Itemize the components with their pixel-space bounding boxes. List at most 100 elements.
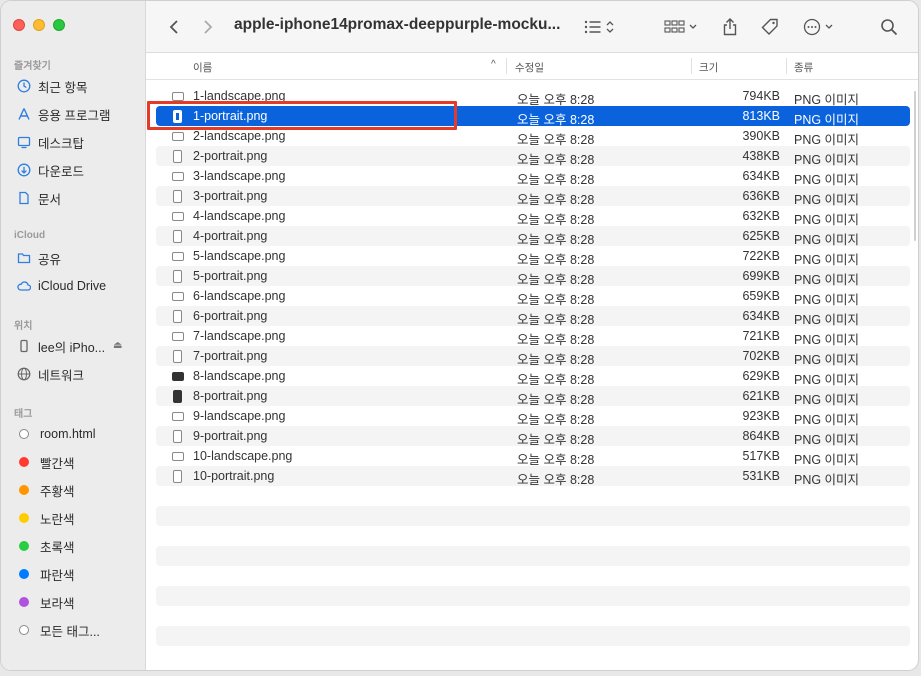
ellipsis-circle-icon	[803, 18, 833, 36]
png-portrait-file-icon	[172, 430, 182, 443]
png-landscape-file-icon	[172, 250, 184, 261]
file-row[interactable]: 3-portrait.png 오늘 오후 8:28 636KB PNG 이미지	[156, 186, 910, 207]
file-list: 1-landscape.png 오늘 오후 8:28 794KB PNG 이미지 1-p…	[156, 86, 910, 487]
png-landscape-file-icon	[172, 210, 184, 221]
tag-yellow-icon	[19, 513, 29, 523]
column-name-header[interactable]: 이름	[193, 60, 212, 75]
file-row[interactable]: 9-portrait.png 오늘 오후 8:28 864KB PNG 이미지	[156, 426, 910, 447]
file-row[interactable]: 2-portrait.png 오늘 오후 8:28 438KB PNG 이미지	[156, 146, 910, 167]
sidebar-tag-red[interactable]: 빨간색	[17, 452, 75, 472]
group-button[interactable]	[662, 15, 702, 39]
sidebar-item-iphone[interactable]: lee의 iPho...	[17, 336, 105, 356]
share-button[interactable]	[720, 15, 740, 39]
file-row[interactable]: 10-landscape.png 오늘 오후 8:28 517KB PNG 이미지	[156, 446, 910, 467]
png-landscape-file-icon	[172, 170, 184, 181]
file-row[interactable]: 4-portrait.png 오늘 오후 8:28 625KB PNG 이미지	[156, 226, 910, 247]
sidebar-item-label: 응용 프로그램	[38, 108, 111, 123]
sidebar-tag-room-html[interactable]: room.html	[17, 424, 96, 444]
cloud-icon	[17, 279, 31, 293]
file-name: 7-portrait.png	[193, 349, 268, 363]
window-title: apple-iphone14promax-deeppurple-mocku...	[234, 16, 561, 33]
download-icon	[17, 163, 31, 177]
forward-button[interactable]	[198, 15, 218, 39]
close-window-button[interactable]	[13, 19, 25, 31]
png-portrait-file-icon	[172, 270, 182, 283]
eject-icon[interactable]: ⏏	[113, 340, 122, 351]
tag-green-icon	[19, 541, 29, 551]
sidebar-item-desktop[interactable]: 데스크탑	[17, 132, 84, 152]
tag-purple-icon	[19, 597, 29, 607]
minimize-window-button[interactable]	[33, 19, 45, 31]
png-portrait-file-icon	[172, 150, 182, 163]
file-row[interactable]: 9-landscape.png 오늘 오후 8:28 923KB PNG 이미지	[156, 406, 910, 427]
maximize-window-button[interactable]	[53, 19, 65, 31]
column-size-header[interactable]: 크기	[699, 60, 718, 75]
search-button[interactable]	[878, 15, 900, 39]
sidebar-item-icloud-drive[interactable]: iCloud Drive	[17, 276, 106, 296]
file-row[interactable]: 6-landscape.png 오늘 오후 8:28 659KB PNG 이미지	[156, 286, 910, 307]
file-size: 721KB	[742, 329, 780, 343]
file-row[interactable]: 8-portrait.png 오늘 오후 8:28 621KB PNG 이미지	[156, 386, 910, 407]
file-name: 1-landscape.png	[193, 89, 286, 103]
sidebar-item-documents[interactable]: 문서	[17, 188, 61, 208]
sidebar-all-tags[interactable]: 모든 태그...	[17, 620, 100, 640]
scrollbar[interactable]	[914, 91, 916, 241]
sidebar-tag-orange[interactable]: 주황색	[17, 480, 75, 500]
more-actions-button[interactable]	[802, 15, 838, 39]
file-size: 794KB	[742, 89, 780, 103]
file-row[interactable]: 5-portrait.png 오늘 오후 8:28 699KB PNG 이미지	[156, 266, 910, 287]
file-row[interactable]: 8-landscape.png 오늘 오후 8:28 629KB PNG 이미지	[156, 366, 910, 387]
tag-button[interactable]	[759, 15, 781, 39]
list-view-button[interactable]	[580, 15, 620, 39]
sidebar-item-label: lee의 iPho...	[38, 340, 106, 355]
group-icon	[664, 20, 697, 33]
sidebar-item-label: 다운로드	[38, 164, 85, 179]
column-kind-header[interactable]: 종류	[794, 60, 813, 75]
file-size: 923KB	[742, 409, 780, 423]
file-row[interactable]: 1-landscape.png 오늘 오후 8:28 794KB PNG 이미지	[156, 86, 910, 107]
back-button[interactable]	[164, 15, 184, 39]
tag-icon	[761, 18, 778, 35]
file-row[interactable]: 10-portrait.png 오늘 오후 8:28 531KB PNG 이미지	[156, 466, 910, 487]
file-size: 621KB	[742, 389, 780, 403]
favorites-section-label: 즐겨찾기	[14, 61, 51, 72]
sidebar-item-applications[interactable]: 응용 프로그램	[17, 104, 110, 124]
column-date-header[interactable]: 수정일	[515, 60, 544, 75]
file-name: 3-landscape.png	[193, 169, 286, 183]
file-row[interactable]: 6-portrait.png 오늘 오후 8:28 634KB PNG 이미지	[156, 306, 910, 327]
file-date: 오늘 오후 8:28	[517, 473, 595, 487]
sidebar-item-shared[interactable]: 공유	[17, 248, 61, 268]
sidebar-tag-purple[interactable]: 보라색	[17, 592, 75, 612]
file-size: 390KB	[742, 129, 780, 143]
file-name: 9-landscape.png	[193, 409, 286, 423]
file-row[interactable]: 7-landscape.png 오늘 오후 8:28 721KB PNG 이미지	[156, 326, 910, 347]
png-landscape-file-icon	[172, 450, 184, 461]
sidebar-item-label: 보라색	[40, 596, 75, 611]
sort-ascending-icon[interactable]: ^	[491, 59, 496, 70]
png-portrait-file-icon	[172, 390, 182, 403]
file-row[interactable]: 1-portrait.png 오늘 오후 8:28 813KB PNG 이미지	[156, 106, 910, 127]
sidebar-tag-yellow[interactable]: 노란색	[17, 508, 75, 528]
file-size: 632KB	[742, 209, 780, 223]
sidebar-item-label: 최근 항목	[38, 80, 88, 95]
locations-section-label: 위치	[14, 321, 33, 332]
png-landscape-file-icon	[172, 370, 184, 381]
sidebar-item-downloads[interactable]: 다운로드	[17, 160, 84, 180]
file-name: 4-portrait.png	[193, 229, 268, 243]
png-portrait-file-icon	[172, 310, 182, 323]
sidebar-tag-green[interactable]: 초록색	[17, 536, 75, 556]
file-row[interactable]: 2-landscape.png 오늘 오후 8:28 390KB PNG 이미지	[156, 126, 910, 147]
sidebar-item-recents[interactable]: 최근 항목	[17, 76, 87, 96]
file-row[interactable]: 4-landscape.png 오늘 오후 8:28 632KB PNG 이미지	[156, 206, 910, 227]
file-row[interactable]: 5-landscape.png 오늘 오후 8:28 722KB PNG 이미지	[156, 246, 910, 267]
file-name: 6-portrait.png	[193, 309, 268, 323]
sidebar-item-network[interactable]: 네트워크	[17, 364, 84, 384]
file-name: 3-portrait.png	[193, 189, 268, 203]
png-landscape-file-icon	[172, 90, 184, 101]
sidebar-tag-blue[interactable]: 파란색	[17, 564, 75, 584]
sidebar-item-label: 빨간색	[40, 456, 75, 471]
file-row[interactable]: 7-portrait.png 오늘 오후 8:28 702KB PNG 이미지	[156, 346, 910, 367]
sidebar-item-label: 공유	[38, 252, 62, 267]
png-landscape-file-icon	[172, 290, 184, 301]
file-row[interactable]: 3-landscape.png 오늘 오후 8:28 634KB PNG 이미지	[156, 166, 910, 187]
